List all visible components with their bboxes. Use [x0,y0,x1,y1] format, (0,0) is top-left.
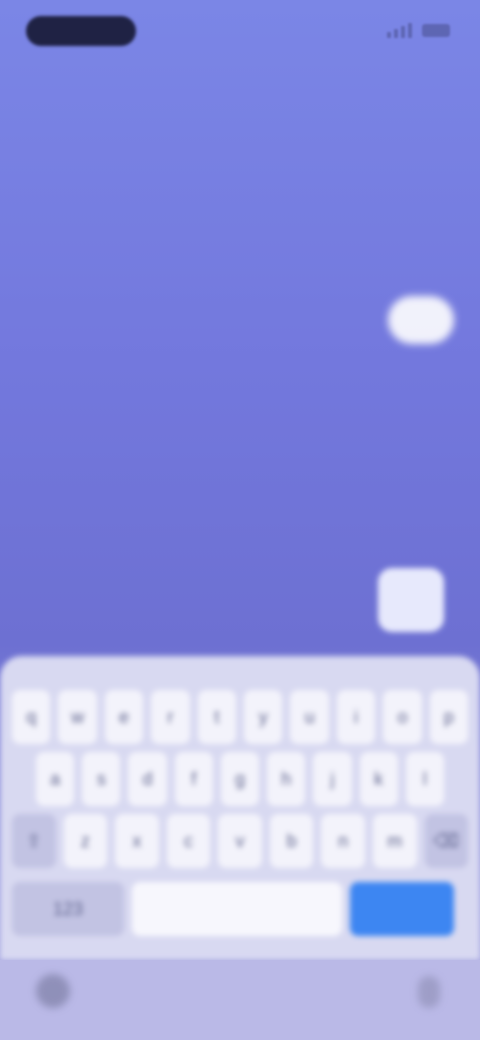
key-q[interactable]: q [12,690,51,744]
message-bubble-icon[interactable] [388,296,454,344]
microphone-icon[interactable] [418,976,440,1008]
keyboard: q w e r t y u i o p a s d f g h j k l ⇧ … [0,656,480,960]
key-d[interactable]: d [128,752,167,806]
keyboard-row-2: a s d f g h j k l [36,752,444,806]
keyboard-row-4: 123 [12,882,468,936]
key-w[interactable]: w [58,690,97,744]
send-icon[interactable] [378,568,444,632]
battery-icon [422,23,450,37]
key-a[interactable]: a [36,752,75,806]
key-g[interactable]: g [220,752,260,806]
key-p[interactable]: p [429,690,469,744]
key-o[interactable]: o [383,690,422,744]
key-m[interactable]: m [372,814,417,868]
bottom-bar [0,960,480,1040]
key-y[interactable]: y [244,690,283,744]
key-v[interactable]: v [218,814,262,868]
key-i[interactable]: i [336,690,376,744]
shift-key[interactable]: ⇧ [12,814,56,868]
key-c[interactable]: c [166,814,211,868]
key-x[interactable]: x [115,814,159,868]
header [60,96,420,100]
key-u[interactable]: u [290,690,329,744]
key-h[interactable]: h [267,752,306,806]
emoji-icon[interactable] [36,974,70,1008]
key-r[interactable]: r [151,690,190,744]
key-e[interactable]: e [104,690,144,744]
key-b[interactable]: b [269,814,314,868]
key-f[interactable]: f [174,752,213,806]
status-bar [0,0,480,64]
status-icons [387,20,450,40]
key-t[interactable]: t [197,690,237,744]
key-l[interactable]: l [405,752,444,806]
keyboard-row-1: q w e r t y u i o p [12,690,469,744]
key-z[interactable]: z [63,814,108,868]
dynamic-island-icon [26,16,136,46]
mode-switch-key[interactable]: 123 [12,882,124,936]
keyboard-row-3: ⇧ z x c v b n m ⌫ [12,814,469,868]
key-n[interactable]: n [321,814,365,868]
go-key[interactable] [350,882,454,936]
space-key[interactable] [132,882,342,936]
signal-icon [387,22,412,38]
key-j[interactable]: j [313,752,352,806]
backspace-key[interactable]: ⌫ [424,814,469,868]
key-k[interactable]: k [359,752,398,806]
key-s[interactable]: s [82,752,121,806]
